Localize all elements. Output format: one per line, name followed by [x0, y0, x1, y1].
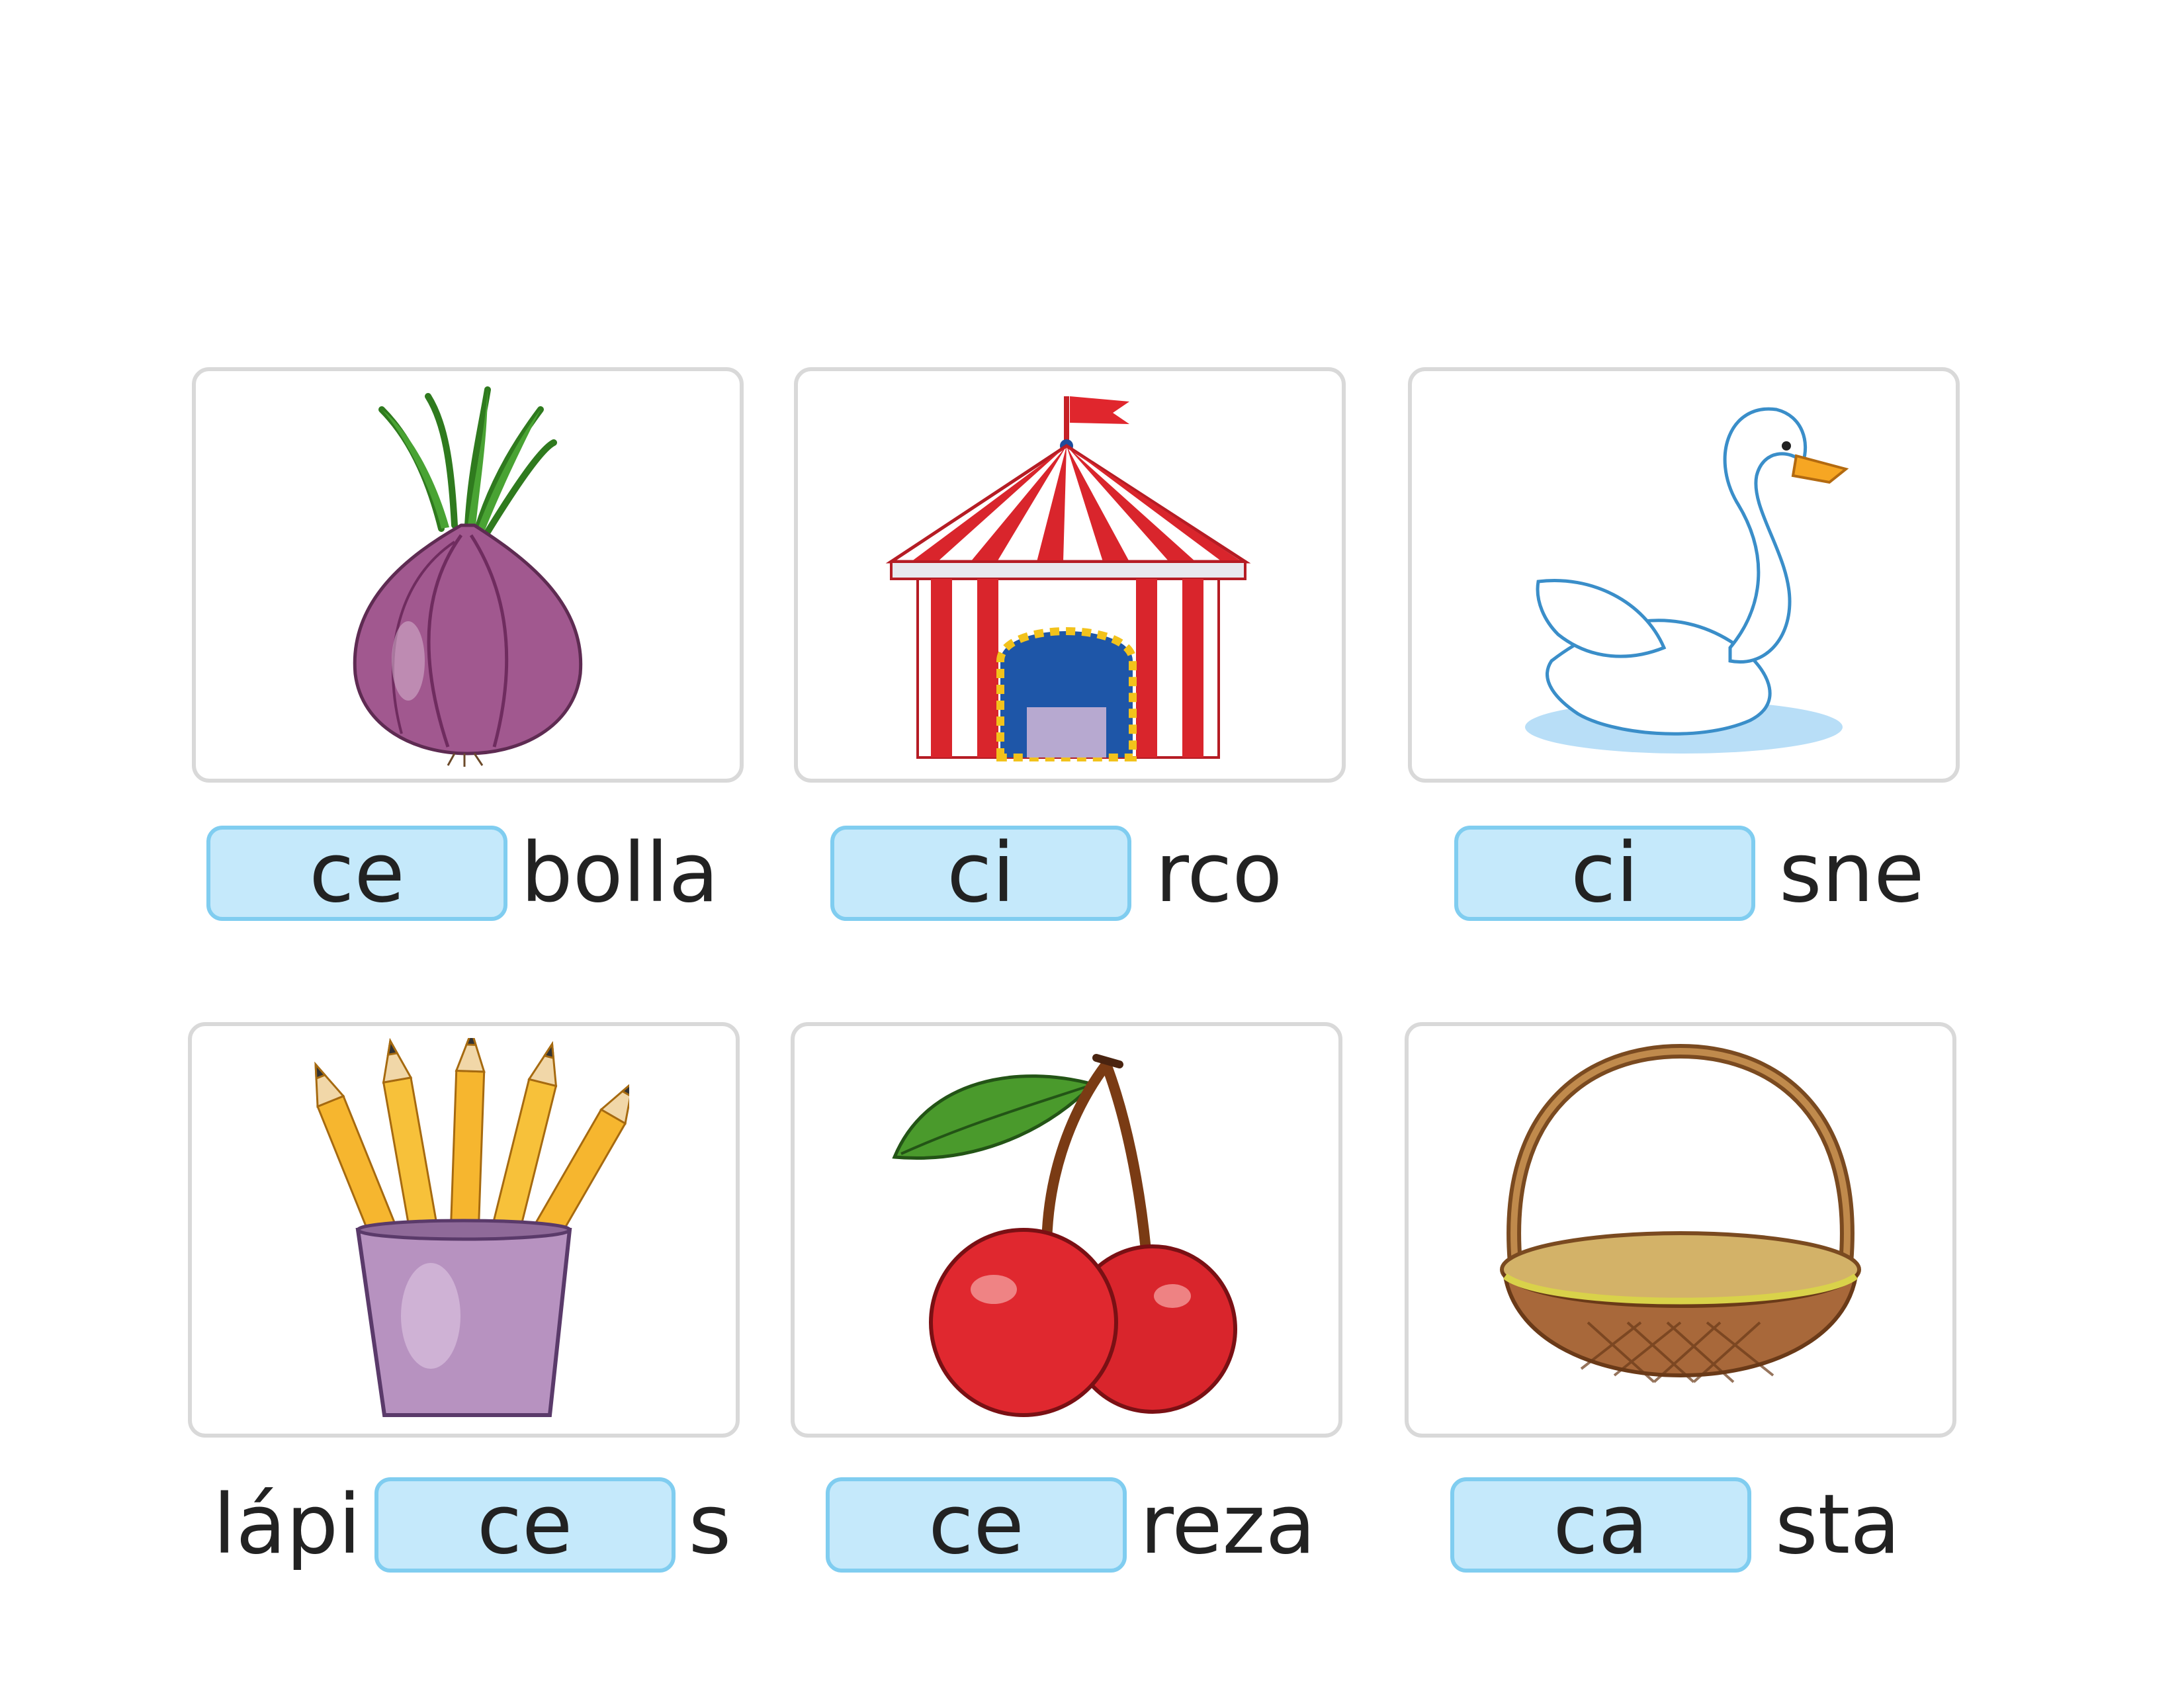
- word-suffix-2: rco: [1155, 826, 1283, 921]
- answer-blank-3[interactable]: ci: [1454, 826, 1755, 921]
- answer-blank-5[interactable]: ce: [826, 1477, 1127, 1573]
- circus-tent-picture: [885, 396, 1251, 761]
- word-line-2: ci rco: [830, 824, 1282, 923]
- answer-blank-4[interactable]: ce: [374, 1477, 676, 1573]
- image-card-basket: [1405, 1022, 1956, 1438]
- word-line-3: ci sne: [1454, 824, 1924, 923]
- word-suffix-3: sne: [1779, 826, 1925, 921]
- image-card-circus: [794, 367, 1346, 783]
- word-line-5: ce reza: [826, 1475, 1316, 1575]
- word-suffix-1: bolla: [521, 826, 719, 921]
- image-card-swan: [1408, 367, 1960, 783]
- word-line-6: ca sta: [1450, 1475, 1900, 1575]
- image-card-pencils: [188, 1022, 740, 1438]
- cherries-picture: [892, 1054, 1237, 1417]
- pencils-cup-picture: [314, 1038, 629, 1417]
- basket-picture: [1500, 1043, 1861, 1383]
- image-card-cherries: [791, 1022, 1342, 1438]
- word-line-1: ce bolla: [206, 824, 719, 923]
- word-prefix-4: lápi: [213, 1477, 361, 1573]
- word-suffix-5: reza: [1140, 1477, 1316, 1573]
- image-card-onion: [192, 367, 744, 783]
- onion-picture: [353, 386, 583, 767]
- swan-picture: [1525, 407, 1849, 754]
- word-suffix-4: s: [688, 1477, 732, 1573]
- word-line-4: lápi ce s: [213, 1475, 731, 1575]
- word-suffix-6: sta: [1775, 1477, 1901, 1573]
- answer-blank-2[interactable]: ci: [830, 826, 1131, 921]
- answer-blank-6[interactable]: ca: [1450, 1477, 1751, 1573]
- answer-blank-1[interactable]: ce: [206, 826, 507, 921]
